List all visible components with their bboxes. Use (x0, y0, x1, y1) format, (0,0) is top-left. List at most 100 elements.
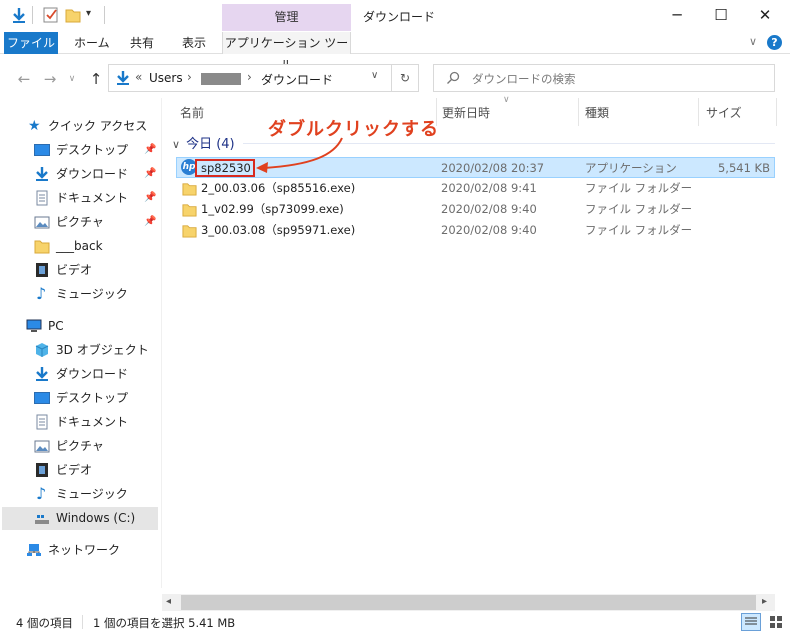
star-icon: ★ (28, 118, 41, 134)
file-date: 2020/02/08 20:37 (441, 161, 545, 175)
minimize-button[interactable]: ─ (654, 0, 700, 32)
file-date: 2020/02/08 9:41 (441, 181, 537, 195)
column-separator[interactable] (776, 98, 777, 126)
sidebar-item-videos[interactable]: ビデオ (0, 259, 160, 281)
file-row[interactable]: 2_00.03.06（sp85516.exe) 2020/02/08 9:41 … (176, 178, 775, 199)
file-type: ファイル フォルダー (585, 202, 693, 216)
item-count: 4 個の項目 (16, 616, 73, 630)
qa-separator (32, 6, 33, 24)
back-button[interactable]: ← (14, 69, 34, 89)
recent-locations-icon[interactable]: ∨ (62, 69, 82, 89)
group-collapse-icon[interactable]: ∨ (172, 138, 180, 151)
folder-icon (34, 240, 50, 254)
redacted-username[interactable] (201, 73, 241, 85)
file-row[interactable]: 1_v02.99（sp73099.exe) 2020/02/08 9:40 ファ… (176, 199, 775, 220)
close-button[interactable]: ✕ (742, 0, 788, 32)
sidebar-item-pictures[interactable]: ピクチャ 📌 (0, 211, 160, 233)
properties-icon[interactable] (42, 6, 60, 24)
breadcrumb-users[interactable]: Users (149, 71, 183, 85)
pin-icon[interactable]: 📌 (144, 211, 156, 233)
sidebar-item-pc-music[interactable]: ♪ ミュージック (0, 483, 160, 505)
ribbon-expand-icon[interactable]: ∨ (749, 35, 757, 48)
pin-icon[interactable]: 📌 (144, 163, 156, 185)
pin-icon[interactable]: 📌 (144, 187, 156, 209)
sidebar-item-documents[interactable]: ドキュメント 📌 (0, 187, 160, 209)
desktop-icon (34, 144, 50, 156)
tab-application-tools[interactable]: アプリケーション ツール (222, 32, 351, 72)
sidebar-item-pc-pictures[interactable]: ピクチャ (0, 435, 160, 457)
up-button[interactable]: ↑ (86, 69, 106, 89)
group-label: 今日 (4) (186, 137, 235, 152)
forward-button[interactable]: → (40, 69, 60, 89)
sidebar-item-windows-c[interactable]: Windows (C:) (2, 507, 158, 530)
pin-icon[interactable]: 📌 (144, 139, 156, 161)
sidebar-item-pc-documents[interactable]: ドキュメント (0, 411, 160, 433)
sidebar-item-network[interactable]: ネットワーク (0, 539, 160, 561)
breadcrumb-downloads[interactable]: ダウンロード (261, 71, 333, 88)
search-box[interactable]: ダウンロードの検索 (433, 64, 775, 92)
maximize-button[interactable]: ☐ (698, 0, 744, 32)
downloads-folder-icon (117, 71, 129, 85)
documents-icon (36, 414, 48, 430)
tab-home[interactable]: ホーム (64, 32, 120, 54)
sidebar-item-pc-desktop[interactable]: デスクトップ (0, 387, 160, 409)
scroll-right-icon[interactable]: ▸ (762, 596, 767, 607)
folder-icon (182, 204, 197, 217)
sidebar-item-pc[interactable]: PC (0, 315, 160, 337)
file-type: ファイル フォルダー (585, 181, 693, 195)
column-separator[interactable] (578, 98, 579, 126)
qa-customize-icon[interactable]: ▾ (86, 8, 91, 19)
scrollbar-thumb[interactable] (181, 595, 756, 610)
tab-file[interactable]: ファイル (4, 32, 58, 54)
large-icons-view-button[interactable] (766, 613, 786, 631)
down-arrow-app-icon[interactable] (10, 6, 28, 24)
ribbon-tabs: ファイル ホーム 共有 表示 アプリケーション ツール ∨ ? (0, 32, 790, 72)
music-icon: ♪ (36, 284, 47, 303)
details-view-button[interactable] (741, 613, 761, 631)
address-dropdown-icon[interactable]: ∨ (371, 70, 378, 81)
file-type: ファイル フォルダー (585, 223, 693, 237)
sidebar-item-downloads[interactable]: ダウンロード 📌 (0, 163, 160, 185)
title-bar: ▾ 管理 ダウンロード ─ ☐ ✕ (0, 0, 790, 32)
refresh-button[interactable]: ↻ (392, 64, 419, 92)
column-header-date[interactable]: 更新日時 (442, 104, 490, 121)
window-title: ダウンロード (363, 10, 436, 24)
3d-objects-icon (35, 343, 49, 357)
column-header-name[interactable]: 名前 (180, 104, 204, 121)
file-row[interactable]: 3_00.03.08（sp95971.exe) 2020/02/08 9:40 … (176, 220, 775, 241)
column-header-type[interactable]: 種類 (585, 104, 609, 121)
sidebar-item-quick-access[interactable]: ★ クイック アクセス (0, 115, 160, 137)
file-name: 1_v02.99（sp73099.exe) (201, 202, 344, 216)
breadcrumb-overflow[interactable]: « (135, 70, 142, 84)
video-icon (36, 263, 48, 277)
tab-share[interactable]: 共有 (120, 32, 164, 54)
navigation-bar: ← → ∨ ↑ « Users › › ダウンロード ∨ ↻ ダウンロードの検索 (0, 56, 790, 98)
music-icon: ♪ (36, 484, 47, 503)
sidebar-item-3d-objects[interactable]: 3D オブジェクト (0, 339, 160, 361)
group-header-today[interactable]: ∨ 今日 (4) (172, 133, 235, 152)
video-icon (36, 463, 48, 477)
file-size: 5,541 KB (717, 161, 770, 175)
tab-view[interactable]: 表示 (172, 32, 216, 54)
sidebar-item-desktop[interactable]: デスクトップ 📌 (0, 139, 160, 161)
file-name: 2_00.03.06（sp85516.exe) (201, 181, 356, 195)
address-bar[interactable]: « Users › › ダウンロード ∨ (108, 64, 392, 92)
column-separator[interactable] (698, 98, 699, 126)
search-icon (447, 71, 460, 84)
network-icon (27, 544, 41, 556)
status-bar: 4 個の項目 1 個の項目を選択 5.41 MB (0, 611, 790, 639)
selection-info: 1 個の項目を選択 5.41 MB (93, 616, 236, 630)
scroll-left-icon[interactable]: ◂ (166, 596, 171, 607)
sidebar-item-back-folder[interactable]: ___back (0, 235, 160, 257)
breadcrumb-separator: › (187, 70, 192, 84)
pane-divider[interactable] (161, 98, 162, 588)
breadcrumb-separator: › (247, 70, 252, 84)
new-folder-icon[interactable] (64, 6, 82, 24)
sidebar-item-pc-videos[interactable]: ビデオ (0, 459, 160, 481)
sidebar-item-music[interactable]: ♪ ミュージック (0, 283, 160, 305)
help-icon[interactable]: ? (767, 35, 782, 50)
annotation-arrow-icon (256, 137, 343, 173)
horizontal-scrollbar[interactable]: ◂ ▸ (162, 594, 775, 611)
column-header-size[interactable]: サイズ (706, 104, 742, 121)
sidebar-item-pc-downloads[interactable]: ダウンロード (0, 363, 160, 385)
